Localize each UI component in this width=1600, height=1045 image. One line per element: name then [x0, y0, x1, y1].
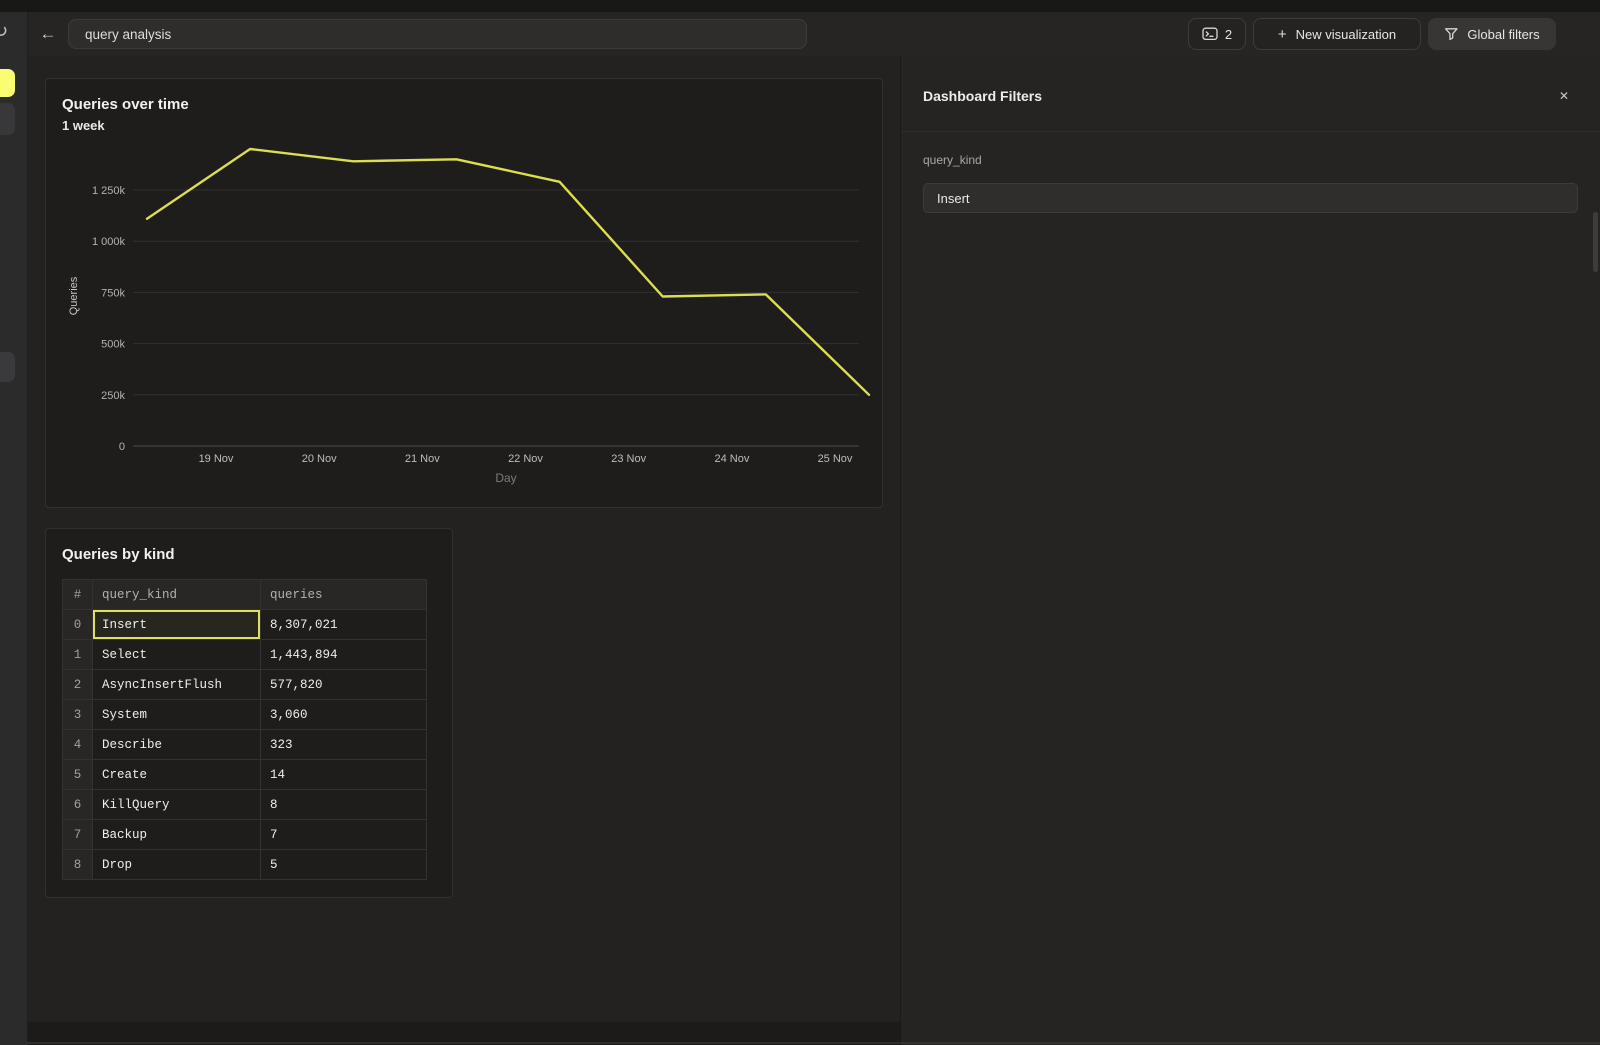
- chart-x-tick-label: 20 Nov: [302, 453, 337, 465]
- chart-x-tick-label: 24 Nov: [714, 453, 749, 465]
- global-filters-label: Global filters: [1467, 27, 1539, 42]
- query_kind-cell[interactable]: Insert: [93, 610, 261, 640]
- row-index-cell: 7: [63, 820, 93, 850]
- arrow-left-icon: ←: [40, 24, 57, 44]
- panel-divider: [901, 131, 1600, 132]
- table-row: 1Select1,443,894: [63, 640, 427, 670]
- row-index-cell: 4: [63, 730, 93, 760]
- chart-x-tick-label: 22 Nov: [508, 453, 543, 465]
- query_kind-cell[interactable]: Select: [93, 640, 261, 670]
- queries-cell[interactable]: 3,060: [261, 700, 427, 730]
- chart-y-tick-label: 250k: [101, 390, 125, 402]
- chart-title: Queries over time: [62, 95, 882, 114]
- chart-x-tick-label: 19 Nov: [199, 453, 234, 465]
- back-button[interactable]: ←: [36, 22, 60, 46]
- table-row: 6KillQuery8: [63, 790, 427, 820]
- sidebar-item-active[interactable]: [0, 69, 15, 97]
- queries-line-series[interactable]: [147, 149, 869, 395]
- filters-panel-header: Dashboard Filters ✕: [923, 86, 1574, 106]
- query-kind-filter-input[interactable]: [923, 183, 1578, 213]
- chart-x-tick-label: 23 Nov: [611, 453, 646, 465]
- table-row: 8Drop5: [63, 850, 427, 880]
- sidebar: ↻: [0, 12, 28, 1045]
- new-visualization-button[interactable]: + New visualization: [1253, 18, 1421, 50]
- chart-x-tick-label: 25 Nov: [818, 453, 853, 465]
- query-tabs-button[interactable]: 2: [1188, 18, 1246, 50]
- query_kind-cell[interactable]: AsyncInsertFlush: [93, 670, 261, 700]
- new-visualization-label: New visualization: [1296, 27, 1396, 42]
- history-icon[interactable]: ↻: [0, 21, 8, 42]
- row-index-cell: 0: [63, 610, 93, 640]
- app-window: ↻ ← 2 + New visualization: [0, 0, 1600, 1045]
- row-index-cell: 5: [63, 760, 93, 790]
- query_kind-cell[interactable]: System: [93, 700, 261, 730]
- row-index-cell: 3: [63, 700, 93, 730]
- row-index-cell: 2: [63, 670, 93, 700]
- close-icon: ✕: [1559, 89, 1569, 103]
- query_kind-cell[interactable]: Drop: [93, 850, 261, 880]
- chart-y-tick-label: 500k: [101, 339, 125, 351]
- table-row: 2AsyncInsertFlush577,820: [63, 670, 427, 700]
- table-header-queries: queries: [261, 580, 427, 610]
- queries-cell[interactable]: 8,307,021: [261, 610, 427, 640]
- chart-y-tick-label: 750k: [101, 287, 125, 299]
- table-row: 5Create14: [63, 760, 427, 790]
- funnel-icon: [1444, 27, 1459, 41]
- queries-over-time-chart: 0 250k 500k 750k 1 000k 1 250k 19 Nov 20 Nov 21 …: [46, 79, 884, 509]
- queries-cell[interactable]: 14: [261, 760, 427, 790]
- table-row: 4Describe323: [63, 730, 427, 760]
- table-title: Queries by kind: [62, 545, 452, 564]
- queries-cell[interactable]: 577,820: [261, 670, 427, 700]
- queries-cell[interactable]: 7: [261, 820, 427, 850]
- table-header-query_kind: query_kind: [93, 580, 261, 610]
- dashboard-filters-panel: Dashboard Filters ✕ query_kind: [900, 56, 1600, 1045]
- window-top-strip: [0, 0, 1600, 12]
- query_kind-cell[interactable]: KillQuery: [93, 790, 261, 820]
- chart-y-tick-label: 0: [119, 441, 125, 453]
- chart-x-tick-label: 21 Nov: [405, 453, 440, 465]
- chart-y-tick-label: 1 000k: [92, 236, 126, 248]
- chart-card-queries-over-time: Queries over time 1 week 0 250k 500k 750k 1 …: [45, 78, 883, 508]
- row-index-cell: 8: [63, 850, 93, 880]
- chart-ylabel: Queries: [68, 276, 80, 315]
- chart-subtitle: 1 week: [62, 118, 882, 134]
- queries-cell[interactable]: 1,443,894: [261, 640, 427, 670]
- sidebar-item[interactable]: [0, 103, 15, 135]
- row-index-cell: 1: [63, 640, 93, 670]
- panel-scrollbar-thumb[interactable]: [1593, 212, 1598, 272]
- queries-cell[interactable]: 323: [261, 730, 427, 760]
- dashboard-title-input[interactable]: [68, 19, 807, 49]
- window-bottom-edge: [26, 1042, 1600, 1044]
- chart-y-tick-label: 1 250k: [92, 185, 126, 197]
- queries-cell[interactable]: 5: [261, 850, 427, 880]
- table-header-index: #: [63, 580, 93, 610]
- table-card-queries-by-kind: Queries by kind #query_kindqueries0Inser…: [45, 528, 453, 898]
- plus-icon: +: [1278, 26, 1287, 43]
- terminal-icon: [1202, 27, 1218, 41]
- row-index-cell: 6: [63, 790, 93, 820]
- query_kind-cell[interactable]: Describe: [93, 730, 261, 760]
- dashboard-canvas: Queries over time 1 week 0 250k 500k 750k 1 …: [28, 56, 900, 1045]
- tab-count: 2: [1225, 27, 1232, 42]
- query_kind-cell[interactable]: Backup: [93, 820, 261, 850]
- close-button[interactable]: ✕: [1554, 86, 1574, 106]
- queries-by-kind-table: #query_kindqueries0Insert8,307,0211Selec…: [62, 579, 427, 880]
- chart-xlabel: Day: [495, 471, 516, 485]
- query_kind-cell[interactable]: Create: [93, 760, 261, 790]
- filters-panel-title: Dashboard Filters: [923, 88, 1042, 104]
- queries-cell[interactable]: 8: [261, 790, 427, 820]
- sidebar-item[interactable]: [0, 352, 15, 382]
- table-row: 3System3,060: [63, 700, 427, 730]
- global-filters-button[interactable]: Global filters: [1428, 18, 1556, 50]
- table-row: 0Insert8,307,021: [63, 610, 427, 640]
- toolbar: ← 2 + New visualization G: [28, 12, 1600, 56]
- table-header-row: #query_kindqueries: [63, 580, 427, 610]
- filter-field-label: query_kind: [923, 153, 982, 167]
- table-row: 7Backup7: [63, 820, 427, 850]
